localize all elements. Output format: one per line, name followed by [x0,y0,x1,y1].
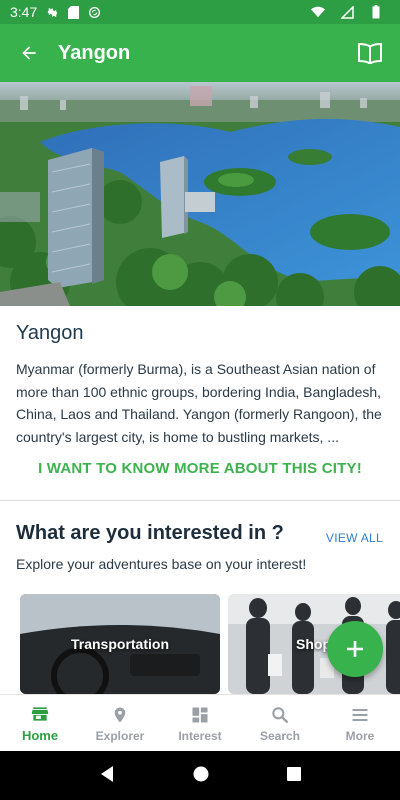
bottom-navigation: Home Explorer Interest Search More [0,694,400,751]
system-home-icon[interactable] [193,766,209,786]
nav-item-home[interactable]: Home [0,695,80,751]
interest-card-transportation[interactable]: Transportation [20,594,220,694]
know-more-link[interactable]: I WANT TO KNOW MORE ABOUT THIS CITY! [0,460,400,477]
dashboard-icon [189,704,211,726]
back-button[interactable] [0,24,58,82]
add-fab-button[interactable] [327,621,383,677]
system-navigation-bar [0,751,400,800]
interests-subtitle: Explore your adventures base on your int… [16,556,307,572]
search-icon [269,704,291,726]
nav-item-search[interactable]: Search [240,695,320,751]
section-divider [0,500,400,501]
arrow-back-icon [22,46,36,60]
battery-icon [369,5,383,19]
location-pin-icon [109,704,131,726]
card-label: Transportation [70,636,169,652]
menu-icon [349,704,371,726]
city-hero-image [0,82,400,306]
city-name-heading: Yangon [16,322,84,344]
nav-label: Interest [178,728,222,743]
system-back-icon[interactable] [99,765,115,787]
nav-item-interest[interactable]: Interest [160,695,240,751]
nav-label: Search [259,728,301,743]
nav-item-explorer[interactable]: Explorer [80,695,160,751]
sd-card-icon [66,5,80,19]
page-title: Yangon [58,41,131,64]
status-time: 3:47 [10,4,38,20]
signal-icon [340,5,354,19]
nav-label: Home [21,728,59,743]
nav-item-more[interactable]: More [320,695,400,751]
guide-button[interactable] [350,33,390,73]
city-description: Myanmar (formerly Burma), is a Southeast… [16,361,382,445]
system-recents-icon[interactable] [287,766,301,785]
app-bar: Yangon [0,24,400,82]
wifi-icon [311,5,325,19]
interests-heading: What are you interested in ? [16,522,284,544]
nav-label: More [345,728,375,743]
book-open-icon [358,43,382,64]
sync-disabled-icon [87,5,101,19]
nav-label: Explorer [95,728,145,743]
store-icon [29,703,51,725]
status-bar: 3:47 [0,0,400,24]
view-all-link[interactable]: VIEW ALL [326,531,383,545]
plus-icon [347,641,363,657]
settings-icon [45,5,59,19]
